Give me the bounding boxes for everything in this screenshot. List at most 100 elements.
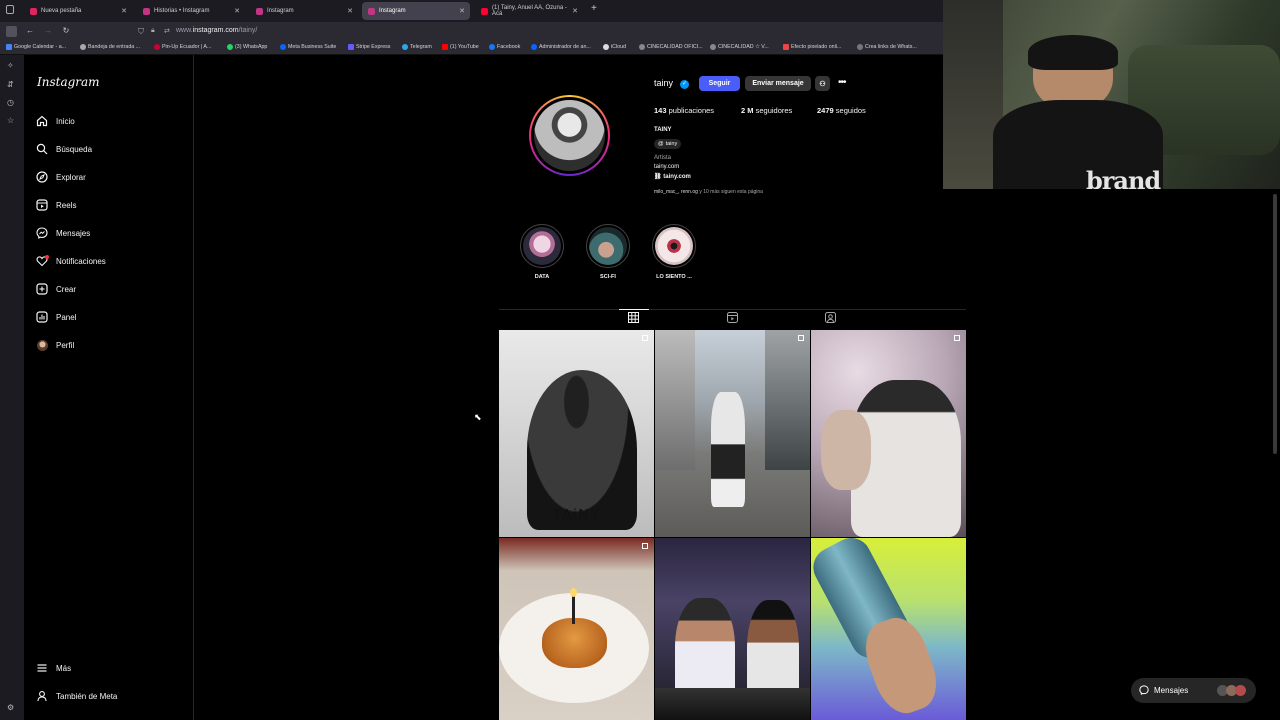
post-thumbnail[interactable] bbox=[655, 330, 810, 537]
close-icon[interactable]: ✕ bbox=[347, 7, 353, 15]
nav-label: Búsqueda bbox=[56, 144, 93, 154]
carousel-icon bbox=[954, 335, 960, 341]
settings-icon[interactable]: ⚙ bbox=[7, 703, 14, 712]
follow-button[interactable]: Seguir bbox=[699, 76, 740, 91]
nav-messages[interactable]: Mensajes bbox=[36, 224, 90, 242]
messages-button[interactable]: Mensajes bbox=[1131, 678, 1256, 703]
page-scrollbar[interactable] bbox=[1272, 190, 1278, 720]
bookmark-item[interactable]: Administrador de an... bbox=[531, 44, 591, 50]
send-message-button[interactable]: Enviar mensaje bbox=[745, 76, 811, 91]
instagram-logo[interactable]: Instagram bbox=[37, 75, 100, 89]
permissions-icon[interactable]: ⇄ bbox=[164, 27, 170, 35]
bookmark-item[interactable]: iCloud bbox=[603, 44, 626, 50]
bookmark-item[interactable]: (1) YouTube bbox=[442, 44, 479, 50]
tab-label: (1) Tainy, Anuel AA, Ozuna - Acá bbox=[492, 5, 567, 17]
lock-icon[interactable]: 🔒︎ bbox=[151, 27, 155, 35]
bookmark-label: Stripe Express bbox=[356, 44, 391, 50]
bookmark-label: Pin-Up Ecuador | A... bbox=[162, 44, 212, 50]
highlight-item[interactable]: LO SIENTO ... bbox=[652, 224, 696, 280]
threads-badge[interactable]: @ tainy bbox=[654, 139, 682, 149]
more-options-icon[interactable]: ••• bbox=[838, 77, 846, 88]
bio-link[interactable]: tainy.com bbox=[654, 164, 679, 170]
bookmark-item[interactable]: Stripe Express bbox=[348, 44, 390, 50]
post-thumbnail[interactable] bbox=[811, 538, 966, 720]
suggest-accounts-button[interactable]: ⚇ bbox=[815, 76, 830, 91]
tab-label: Nueva pestaña bbox=[41, 8, 82, 14]
followed-by[interactable]: milo_mac_, renn.og y 10 más siguen esta … bbox=[654, 189, 763, 195]
nav-search[interactable]: Búsqueda bbox=[36, 140, 92, 158]
browser-tab[interactable]: Historias • Instagram ✕ bbox=[137, 2, 245, 20]
ai-icon[interactable]: ✧ bbox=[7, 61, 14, 70]
close-icon[interactable]: ✕ bbox=[234, 7, 240, 15]
nav-create[interactable]: Crear bbox=[36, 280, 76, 298]
tab-posts-grid-icon[interactable] bbox=[628, 312, 639, 325]
tab-reels-icon[interactable] bbox=[727, 312, 738, 325]
website-link[interactable]: ⛓ tainy.com bbox=[654, 173, 691, 180]
facebook-icon bbox=[489, 44, 495, 50]
hamburger-icon bbox=[36, 662, 48, 674]
threads-icon: @ bbox=[658, 141, 664, 147]
bookmark-item[interactable]: CINECALIDAD OFICI... bbox=[639, 44, 703, 50]
browser-tab[interactable]: Nueva pestaña ✕ bbox=[24, 2, 132, 20]
post-thumbnail[interactable]: TAiNY bbox=[499, 330, 654, 537]
bookmark-item[interactable]: Pin-Up Ecuador | A... bbox=[154, 44, 211, 50]
followed-by-suffix: y 10 más siguen esta página bbox=[699, 189, 763, 195]
forward-icon[interactable]: → bbox=[42, 26, 54, 35]
post-thumbnail[interactable] bbox=[655, 538, 810, 720]
carousel-icon bbox=[798, 335, 804, 341]
browser-tab[interactable]: Instagram ✕ bbox=[250, 2, 358, 20]
close-icon[interactable]: ✕ bbox=[121, 7, 127, 15]
meta-icon bbox=[280, 44, 286, 50]
nav-label: También de Meta bbox=[56, 691, 118, 701]
pinup-icon bbox=[154, 44, 160, 50]
link-icon bbox=[857, 44, 863, 50]
followers-stat[interactable]: 2 M seguidores bbox=[741, 106, 792, 115]
close-icon[interactable]: ✕ bbox=[572, 7, 578, 15]
nav-label: Crear bbox=[56, 284, 77, 294]
bookmark-item[interactable]: (3) WhatsApp bbox=[227, 44, 267, 50]
close-icon[interactable]: ✕ bbox=[459, 7, 465, 15]
nav-home[interactable]: Inicio bbox=[36, 112, 75, 130]
nav-label: Mensajes bbox=[56, 228, 91, 238]
bookmark-item[interactable]: Meta Business Suite bbox=[280, 44, 336, 50]
shield-icon[interactable]: ⛉ bbox=[138, 27, 144, 37]
highlight-cover bbox=[655, 227, 693, 265]
profile-avatar[interactable] bbox=[529, 95, 610, 176]
url-field[interactable]: www.instagram.com/tainy/ bbox=[176, 27, 257, 34]
nav-explore[interactable]: Explorar bbox=[36, 168, 86, 186]
highlight-item[interactable]: DATA bbox=[520, 224, 564, 280]
calendar-icon bbox=[6, 44, 12, 50]
tab-tagged-icon[interactable] bbox=[825, 312, 836, 325]
bookmarks-icon[interactable]: ☆ bbox=[7, 116, 14, 125]
bookmark-item[interactable]: Crea links de Whats... bbox=[857, 44, 917, 50]
bookmark-label: (1) YouTube bbox=[450, 44, 479, 50]
sync-icon[interactable]: ⇵ bbox=[7, 80, 14, 89]
bookmark-item[interactable]: Facebook bbox=[489, 44, 520, 50]
browser-menu-icon[interactable] bbox=[6, 5, 14, 14]
highlight-item[interactable]: SCI-FI bbox=[586, 224, 630, 280]
bookmark-item[interactable]: Google Calendar - a... bbox=[6, 44, 66, 50]
sidebar-toggle-icon[interactable] bbox=[6, 26, 17, 37]
nav-reels[interactable]: Reels bbox=[36, 196, 76, 214]
full-name: TAINY bbox=[654, 127, 672, 133]
bookmark-item[interactable]: Bandeja de entrada ... bbox=[80, 44, 140, 50]
bookmark-item[interactable]: Telegram bbox=[402, 44, 432, 50]
nav-label: Inicio bbox=[56, 116, 75, 126]
post-thumbnail[interactable] bbox=[811, 330, 966, 537]
browser-tab-active[interactable]: Instagram ✕ bbox=[362, 2, 470, 20]
highlight-label: SCI-FI bbox=[600, 274, 616, 280]
history-icon[interactable]: ◷ bbox=[7, 98, 14, 107]
nav-also-from-meta[interactable]: También de Meta bbox=[36, 687, 117, 705]
browser-tab[interactable]: (1) Tainy, Anuel AA, Ozuna - Acá ✕ bbox=[475, 2, 583, 20]
new-tab-button[interactable]: + bbox=[591, 3, 597, 14]
nav-notifications[interactable]: Notificaciones bbox=[36, 252, 106, 270]
nav-dashboard[interactable]: Panel bbox=[36, 308, 76, 326]
nav-more[interactable]: Más bbox=[36, 659, 71, 677]
reload-icon[interactable]: ↻ bbox=[60, 26, 72, 35]
bookmark-item[interactable]: CINECALIDAD ☆ V... bbox=[710, 44, 769, 50]
bookmark-item[interactable]: Efecto pixelado onli... bbox=[783, 44, 841, 50]
following-stat[interactable]: 2479 seguidos bbox=[817, 106, 866, 115]
nav-profile[interactable]: Perfil bbox=[36, 336, 74, 354]
back-icon[interactable]: ← bbox=[24, 26, 36, 35]
post-thumbnail[interactable] bbox=[499, 538, 654, 720]
